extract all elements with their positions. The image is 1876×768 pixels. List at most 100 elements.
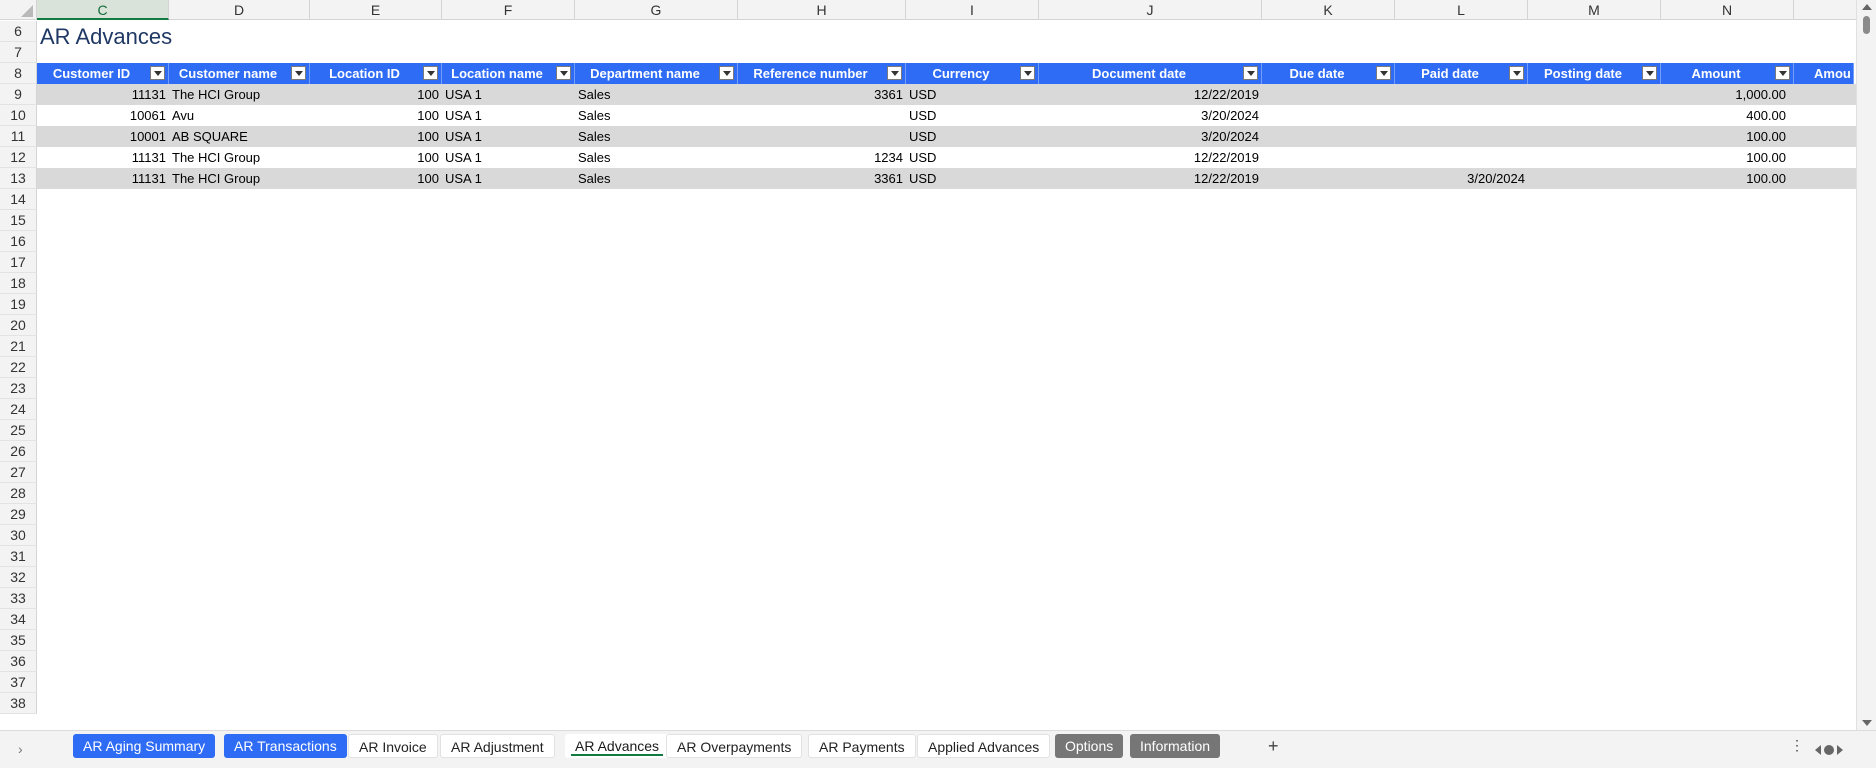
row-header[interactable]: 17 xyxy=(0,252,37,273)
row-header[interactable]: 28 xyxy=(0,483,37,504)
table-cell[interactable]: 10061 xyxy=(37,105,169,126)
table-header-cell[interactable]: Document date xyxy=(1039,63,1262,84)
table-cell[interactable]: Avu xyxy=(169,105,310,126)
row-header[interactable]: 29 xyxy=(0,504,37,525)
table-cell[interactable] xyxy=(1262,147,1395,168)
table-cell[interactable] xyxy=(1794,126,1854,147)
table-cell[interactable]: USD xyxy=(906,126,1039,147)
table-cell[interactable]: Sales xyxy=(575,168,738,189)
row-header[interactable]: 30 xyxy=(0,525,37,546)
table-cell[interactable]: USA 1 xyxy=(442,84,575,105)
table-cell[interactable] xyxy=(1262,168,1395,189)
row-header[interactable]: 9 xyxy=(0,84,37,105)
scroll-down-icon[interactable] xyxy=(1862,720,1872,726)
row-header[interactable]: 38 xyxy=(0,693,37,714)
row-header[interactable]: 27 xyxy=(0,462,37,483)
sheet-tab[interactable]: AR Aging Summary xyxy=(73,734,216,758)
table-cell[interactable] xyxy=(1794,105,1854,126)
row-header[interactable]: 14 xyxy=(0,189,37,210)
table-cell[interactable]: 100 xyxy=(310,168,442,189)
row-header[interactable]: 19 xyxy=(0,294,37,315)
table-cell[interactable]: 3/20/2024 xyxy=(1395,168,1528,189)
filter-dropdown-icon[interactable] xyxy=(556,66,571,80)
filter-dropdown-icon[interactable] xyxy=(1775,66,1790,80)
add-sheet-icon[interactable]: + xyxy=(1268,734,1279,758)
row-header[interactable]: 21 xyxy=(0,336,37,357)
column-header-e[interactable]: E xyxy=(310,0,442,20)
filter-dropdown-icon[interactable] xyxy=(1243,66,1258,80)
row-header[interactable]: 16 xyxy=(0,231,37,252)
table-cell[interactable]: 10001 xyxy=(37,126,169,147)
table-cell[interactable]: Sales xyxy=(575,105,738,126)
table-cell[interactable] xyxy=(1395,126,1528,147)
column-header-l[interactable]: L xyxy=(1395,0,1528,20)
table-cell[interactable] xyxy=(1395,105,1528,126)
table-cell[interactable]: USA 1 xyxy=(442,126,575,147)
sheet-tab[interactable]: Information xyxy=(1130,734,1221,758)
row-header[interactable]: 10 xyxy=(0,105,37,126)
table-cell[interactable]: USD xyxy=(906,105,1039,126)
filter-dropdown-icon[interactable] xyxy=(1020,66,1035,80)
row-header[interactable]: 31 xyxy=(0,546,37,567)
table-cell[interactable]: 12/22/2019 xyxy=(1039,147,1262,168)
row-header[interactable]: 7 xyxy=(0,42,37,63)
row-header[interactable]: 37 xyxy=(0,672,37,693)
vertical-scrollbar[interactable] xyxy=(1856,0,1876,730)
sheet-tab[interactable]: AR Advances xyxy=(565,734,670,758)
table-cell[interactable]: USD xyxy=(906,168,1039,189)
table-cell[interactable]: The HCI Group xyxy=(169,84,310,105)
table-cell[interactable]: 1,000.00 xyxy=(1661,84,1794,105)
column-header-k[interactable]: K xyxy=(1262,0,1395,20)
table-header-cell[interactable]: Location name xyxy=(442,63,575,84)
column-header-d[interactable]: D xyxy=(169,0,310,20)
table-cell[interactable] xyxy=(1794,84,1854,105)
scroll-up-icon[interactable] xyxy=(1862,4,1872,10)
table-cell[interactable] xyxy=(1262,84,1395,105)
column-header-j[interactable]: J xyxy=(1039,0,1262,20)
table-cell[interactable]: The HCI Group xyxy=(169,147,310,168)
table-cell[interactable]: USD xyxy=(906,84,1039,105)
table-cell[interactable]: USA 1 xyxy=(442,105,575,126)
table-cell[interactable]: Sales xyxy=(575,126,738,147)
table-cell[interactable]: The HCI Group xyxy=(169,168,310,189)
table-cell[interactable]: 12/22/2019 xyxy=(1039,168,1262,189)
table-cell[interactable] xyxy=(1262,105,1395,126)
sheet-tab[interactable]: AR Invoice xyxy=(348,734,438,758)
row-header[interactable]: 18 xyxy=(0,273,37,294)
sheet-tab[interactable]: Applied Advances xyxy=(917,734,1051,758)
table-cell[interactable] xyxy=(1395,84,1528,105)
sheet-title[interactable]: AR Advances xyxy=(40,22,172,52)
table-cell[interactable]: USA 1 xyxy=(442,168,575,189)
table-header-cell[interactable]: Reference number xyxy=(738,63,906,84)
tab-nav-icon[interactable]: › xyxy=(18,741,23,757)
table-header-cell[interactable]: Customer name xyxy=(169,63,310,84)
table-cell[interactable]: 3/20/2024 xyxy=(1039,126,1262,147)
scroll-thumb[interactable] xyxy=(1863,16,1870,34)
row-header[interactable]: 11 xyxy=(0,126,37,147)
row-header[interactable]: 8 xyxy=(0,63,37,84)
table-cell[interactable]: 400.00 xyxy=(1661,105,1794,126)
table-cell[interactable]: 100 xyxy=(310,147,442,168)
table-header-cell[interactable]: Location ID xyxy=(310,63,442,84)
filter-dropdown-icon[interactable] xyxy=(291,66,306,80)
row-header[interactable]: 6 xyxy=(0,21,37,42)
table-cell[interactable]: 11131 xyxy=(37,84,169,105)
table-cell[interactable]: 100 xyxy=(310,105,442,126)
table-cell[interactable] xyxy=(1395,147,1528,168)
row-header[interactable]: 13 xyxy=(0,168,37,189)
table-cell[interactable]: 12/22/2019 xyxy=(1039,84,1262,105)
table-cell[interactable]: 1234 xyxy=(738,147,906,168)
table-cell[interactable]: Sales xyxy=(575,84,738,105)
table-cell[interactable]: USA 1 xyxy=(442,147,575,168)
row-header[interactable]: 12 xyxy=(0,147,37,168)
column-header-c[interactable]: C xyxy=(37,0,169,20)
column-header-i[interactable]: I xyxy=(906,0,1039,20)
table-cell[interactable]: 100.00 xyxy=(1661,168,1794,189)
sheet-tab[interactable]: AR Payments xyxy=(808,734,916,758)
table-cell[interactable]: Sales xyxy=(575,147,738,168)
row-header[interactable]: 34 xyxy=(0,609,37,630)
row-header[interactable]: 15 xyxy=(0,210,37,231)
table-cell[interactable]: 3/20/2024 xyxy=(1039,105,1262,126)
filter-dropdown-icon[interactable] xyxy=(423,66,438,80)
row-header[interactable]: 23 xyxy=(0,378,37,399)
